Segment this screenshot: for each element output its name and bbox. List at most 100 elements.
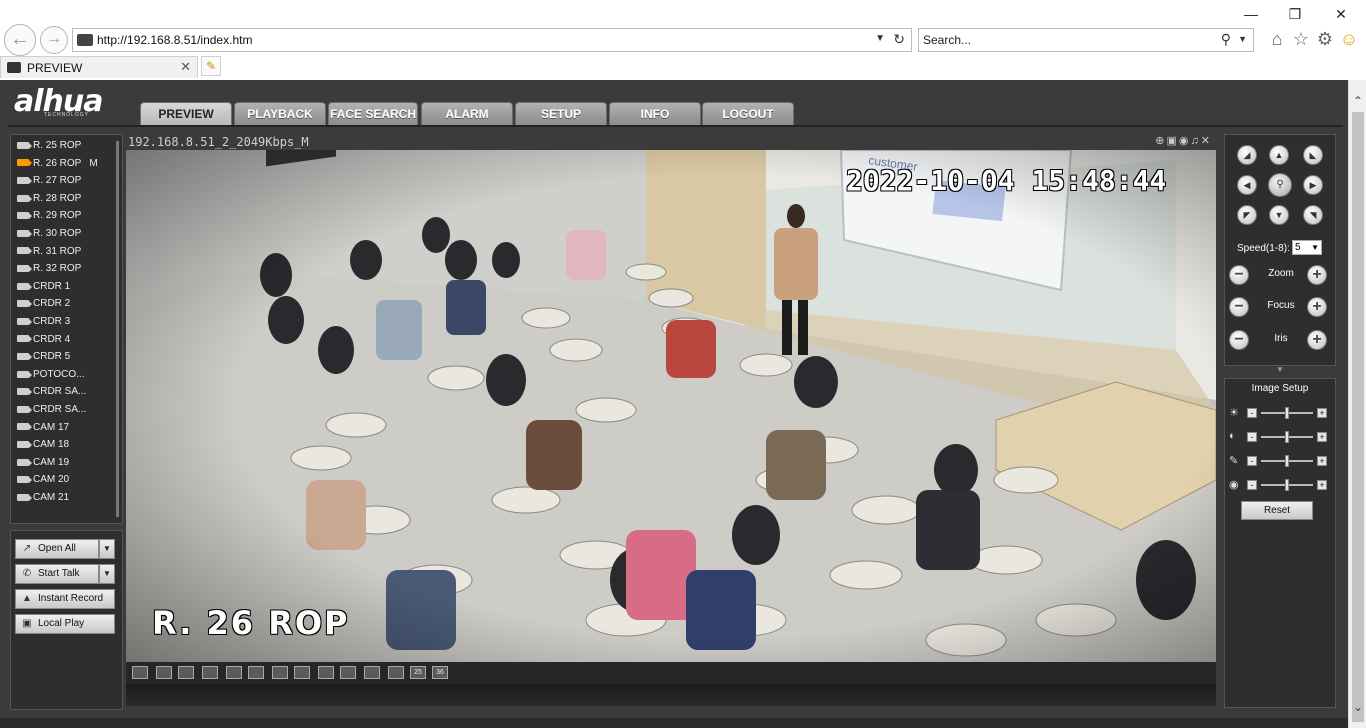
hue-slider-knob[interactable] [1285, 479, 1289, 491]
page-scrollbar[interactable]: ⌃ ⌄ [1348, 80, 1366, 728]
ptz-down-left-icon[interactable]: ◤ [1237, 205, 1257, 225]
channel-item[interactable]: CAM 19 [17, 457, 69, 473]
ptz-down-icon[interactable]: ▼ [1269, 205, 1289, 225]
zoom-out-button[interactable]: − [1229, 265, 1249, 285]
nav-info[interactable]: INFO [609, 102, 701, 126]
ptz-left-icon[interactable]: ◀ [1237, 175, 1257, 195]
saturation-increase-button[interactable]: + [1317, 456, 1327, 466]
settings-gear-icon[interactable]: ⚙ [1314, 28, 1336, 50]
hue-increase-button[interactable]: + [1317, 480, 1327, 490]
iris-open-button[interactable]: + [1307, 330, 1327, 350]
brightness-slider-knob[interactable] [1285, 407, 1289, 419]
channel-item[interactable]: CAM 20 [17, 474, 69, 490]
digital-zoom-icon[interactable]: ⊕ [1155, 135, 1166, 147]
channel-item[interactable]: CRDR SA... [17, 386, 86, 402]
tab-close-icon[interactable]: ✕ [180, 59, 191, 75]
brightness-increase-button[interactable]: + [1317, 408, 1327, 418]
audio-icon[interactable]: ♫ [1191, 135, 1201, 147]
channel-item[interactable]: CRDR 3 [17, 316, 70, 332]
hue-decrease-button[interactable]: - [1247, 480, 1257, 490]
contrast-increase-button[interactable]: + [1317, 432, 1327, 442]
favorites-star-icon[interactable]: ☆ [1290, 28, 1312, 50]
layout-split-icon[interactable] [318, 666, 334, 679]
refresh-icon[interactable]: ↻ [893, 31, 905, 48]
search-box[interactable]: ⚲ ▼ [918, 28, 1254, 52]
ptz-3d-zoom-icon[interactable]: ⚲ [1268, 173, 1292, 197]
scroll-up-icon[interactable]: ⌃ [1351, 94, 1365, 108]
contrast-slider-knob[interactable] [1285, 431, 1289, 443]
ptz-up-icon[interactable]: ▲ [1269, 145, 1289, 165]
new-tab-icon[interactable]: ✎ [201, 56, 221, 76]
channel-item[interactable]: POTOCO... [17, 369, 85, 385]
nav-playback[interactable]: PLAYBACK [234, 102, 326, 126]
address-url[interactable]: http://192.168.8.51/index.htm [97, 33, 252, 47]
saturation-decrease-button[interactable]: - [1247, 456, 1257, 466]
close-video-icon[interactable]: ✕ [1201, 135, 1212, 147]
channel-item[interactable]: CAM 21 [17, 492, 69, 508]
smiley-feedback-icon[interactable]: ☺ [1338, 28, 1360, 50]
layout-split-icon[interactable] [388, 666, 404, 679]
camera-video-feed[interactable]: customer [126, 150, 1216, 662]
layout-split-icon[interactable] [132, 666, 148, 679]
nav-alarm[interactable]: ALARM [421, 102, 513, 126]
zoom-in-button[interactable]: + [1307, 265, 1327, 285]
tab-preview[interactable]: PREVIEW ✕ [0, 56, 198, 78]
instant-record-button[interactable]: ▲ Instant Record [15, 589, 115, 609]
brightness-decrease-button[interactable]: - [1247, 408, 1257, 418]
ptz-right-icon[interactable]: ▶ [1303, 175, 1323, 195]
focus-near-button[interactable]: − [1229, 297, 1249, 317]
ptz-down-right-icon[interactable]: ◥ [1303, 205, 1323, 225]
layout-split-icon[interactable] [156, 666, 172, 679]
channel-item[interactable]: R. 30 ROP [17, 228, 81, 244]
layout-split-icon[interactable] [202, 666, 218, 679]
start-talk-button[interactable]: ✆ Start Talk [15, 564, 99, 584]
fullscreen-icon[interactable]: ▣ [1167, 135, 1179, 147]
search-dropdown-icon[interactable]: ▼ [1238, 34, 1247, 44]
layout-split-icon[interactable] [364, 666, 380, 679]
image-reset-button[interactable]: Reset [1241, 501, 1313, 520]
address-bar[interactable]: http://192.168.8.51/index.htm ▼ ↻ [72, 28, 912, 52]
channel-item[interactable]: CRDR 1 [17, 281, 70, 297]
open-all-button[interactable]: ↗ Open All [15, 539, 99, 559]
open-all-dropdown-icon[interactable]: ▼ [99, 539, 115, 559]
nav-logout[interactable]: LOGOUT [702, 102, 794, 126]
ptz-up-right-icon[interactable]: ◣ [1303, 145, 1323, 165]
iris-close-button[interactable]: − [1229, 330, 1249, 350]
home-icon[interactable]: ⌂ [1266, 28, 1288, 50]
local-play-button[interactable]: ▣ Local Play [15, 614, 115, 634]
forward-arrow-icon[interactable]: → [40, 26, 68, 54]
search-input[interactable] [923, 32, 1213, 48]
ptz-collapse-icon[interactable]: ▼ [1224, 366, 1336, 374]
layout-split-icon[interactable] [272, 666, 288, 679]
minimize-icon[interactable]: — [1240, 4, 1262, 24]
ptz-speed-select[interactable]: 5 ▼ [1292, 240, 1322, 255]
ptz-up-left-icon[interactable]: ◢ [1237, 145, 1257, 165]
channel-item[interactable]: CAM 18 [17, 439, 69, 455]
channel-item[interactable]: CRDR SA... [17, 404, 86, 420]
layout-split-icon[interactable]: 36 [432, 666, 448, 679]
channel-item[interactable]: R. 29 ROP [17, 210, 81, 226]
layout-split-icon[interactable] [340, 666, 356, 679]
search-icon[interactable]: ⚲ [1221, 31, 1231, 48]
nav-face-search[interactable]: FACE SEARCH [328, 102, 418, 126]
layout-split-icon[interactable] [178, 666, 194, 679]
focus-far-button[interactable]: + [1307, 297, 1327, 317]
restore-icon[interactable]: ❐ [1284, 4, 1306, 24]
layout-split-icon[interactable] [294, 666, 310, 679]
nav-preview[interactable]: PREVIEW [140, 102, 232, 126]
start-talk-dropdown-icon[interactable]: ▼ [99, 564, 115, 584]
channel-item[interactable]: R. 27 ROP [17, 175, 81, 191]
close-icon[interactable]: ✕ [1330, 4, 1352, 24]
nav-setup[interactable]: SETUP [515, 102, 607, 126]
scrollbar-thumb[interactable] [1352, 112, 1364, 722]
channel-item[interactable]: R. 25 ROP [17, 140, 81, 156]
channel-item[interactable]: CRDR 2 [17, 298, 70, 314]
contrast-decrease-button[interactable]: - [1247, 432, 1257, 442]
channel-item[interactable]: CAM 17 [17, 422, 69, 438]
channel-list-scrollbar[interactable] [116, 141, 119, 517]
layout-split-icon[interactable] [226, 666, 242, 679]
layout-split-icon[interactable] [248, 666, 264, 679]
channel-item[interactable]: R. 26 ROP M [17, 158, 98, 174]
snapshot-icon[interactable]: ◉ [1179, 135, 1191, 147]
channel-item[interactable]: R. 31 ROP [17, 246, 81, 262]
